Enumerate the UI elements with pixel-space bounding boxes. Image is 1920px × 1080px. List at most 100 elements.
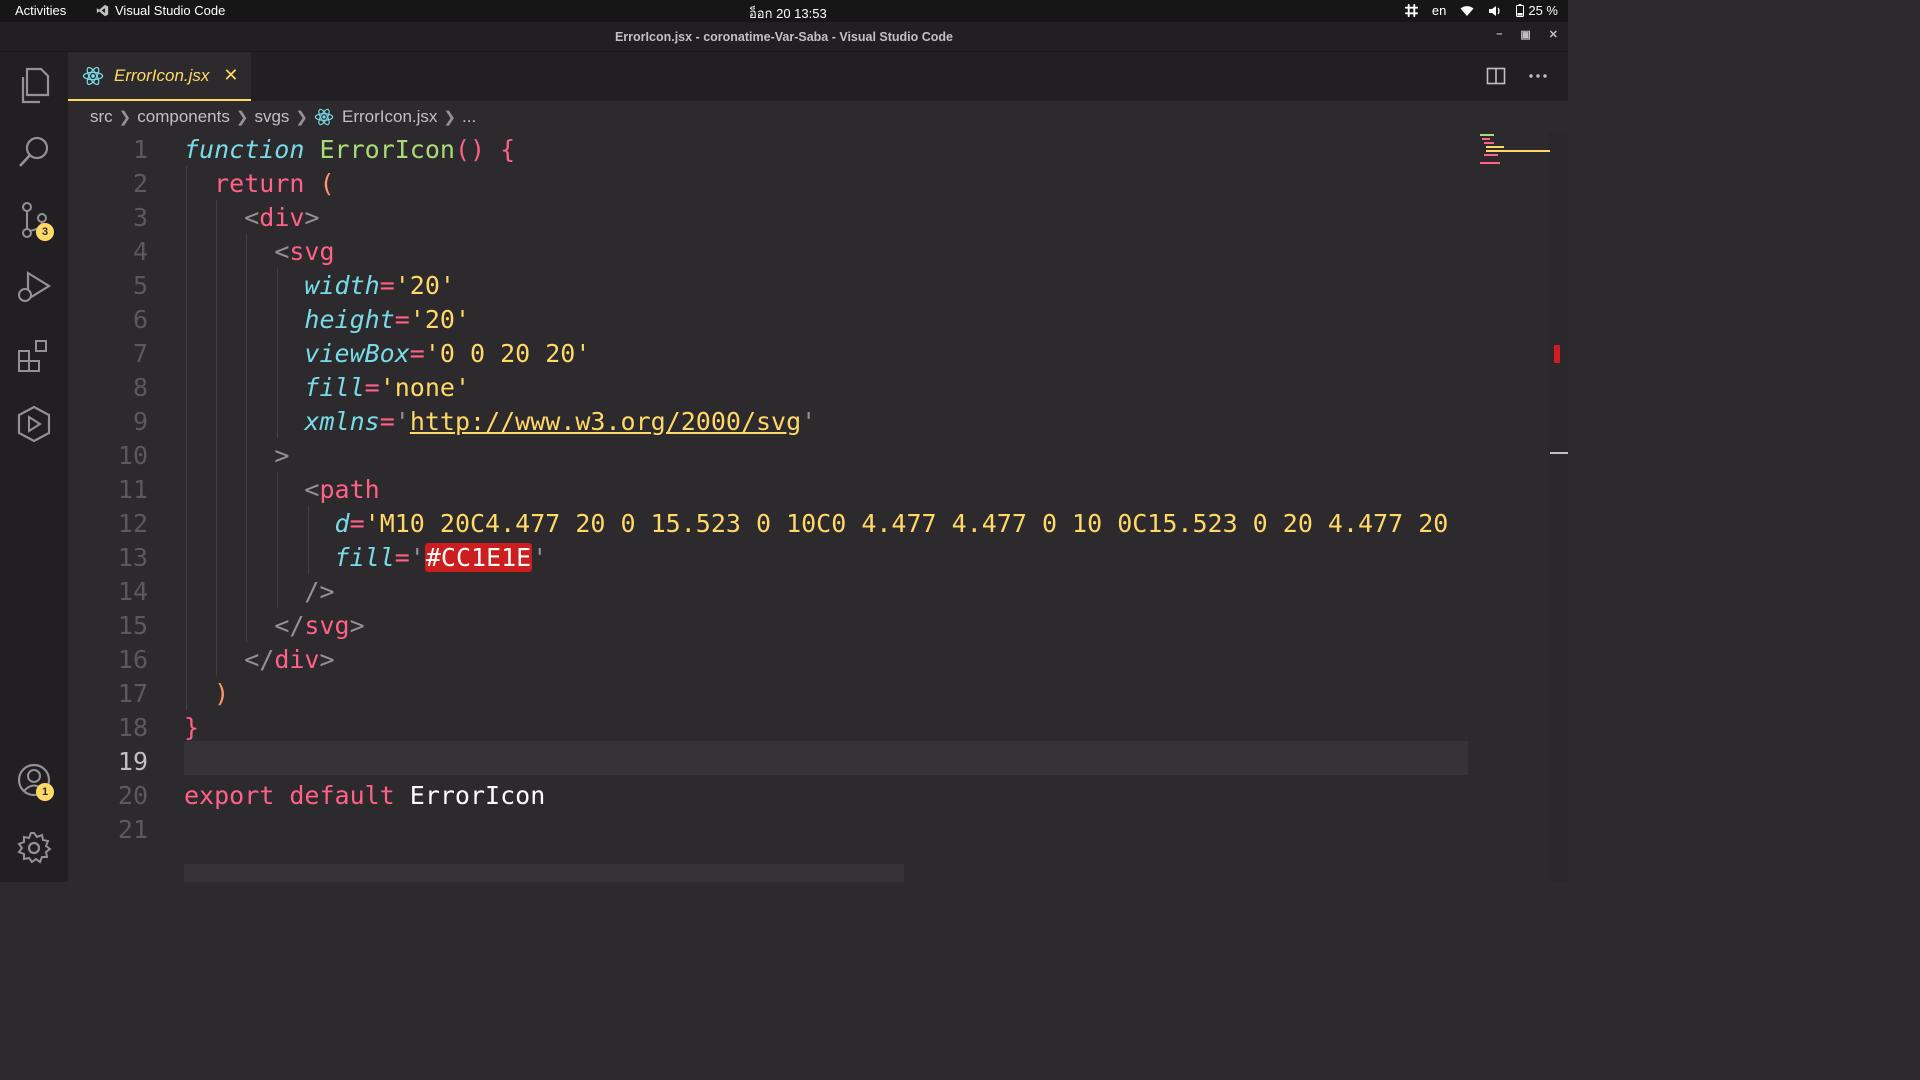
manage-button[interactable] <box>0 818 68 878</box>
vertical-scrollbar[interactable] <box>1548 132 1568 882</box>
wifi-icon[interactable] <box>1460 5 1474 17</box>
code-line: 6 height='20' <box>68 302 1468 336</box>
battery-indicator[interactable]: 25 % <box>1516 3 1558 18</box>
code-line: 12 d='M10 20C4.477 20 0 15.523 0 10C0 4.… <box>68 506 1468 540</box>
breadcrumb-file-label: ErrorIcon.jsx <box>342 107 438 126</box>
code-line: 15 </svg> <box>68 608 1468 642</box>
code-text: <path <box>304 474 380 504</box>
code-line: 10 > <box>68 438 1468 472</box>
run-debug-button[interactable] <box>0 258 68 318</box>
app-menu[interactable]: Visual Studio Code <box>96 3 225 18</box>
error-scroll-marker <box>1554 345 1560 363</box>
code-text: <div> <box>244 202 320 232</box>
window-title: ErrorIcon.jsx - coronatime-Var-Saba - Vi… <box>614 30 954 44</box>
line-number: 20 <box>117 780 148 810</box>
react-icon <box>82 66 104 85</box>
line-number: 3 <box>132 202 148 232</box>
code-line: 20 export default ErrorIcon <box>68 778 1468 812</box>
horizontal-scrollbar[interactable] <box>184 864 904 882</box>
cursor-scroll-marker <box>1550 452 1568 454</box>
code-line: 4 <svg <box>68 234 1468 268</box>
code-text: fill='none' <box>304 372 471 402</box>
line-number: 13 <box>117 542 148 572</box>
line-number: 7 <box>132 338 148 368</box>
line-number-active: 19 <box>117 746 148 776</box>
extensions-button[interactable] <box>0 326 68 386</box>
line-number: 5 <box>132 270 148 300</box>
code-text: </svg> <box>274 610 365 640</box>
code-text: return ( <box>214 168 335 198</box>
slack-icon[interactable] <box>1404 4 1418 17</box>
code-text: width='20' <box>304 270 455 300</box>
code-text: height='20' <box>304 304 471 334</box>
code-line: 18 } <box>68 710 1468 744</box>
line-number: 21 <box>117 814 148 844</box>
code-line: 7 viewBox='0 0 20 20' <box>68 336 1468 370</box>
source-control-button[interactable]: 3 <box>0 190 68 250</box>
minimize-icon[interactable]: – <box>1496 28 1502 41</box>
vscode-logo-icon <box>96 4 109 17</box>
line-number: 18 <box>117 712 148 742</box>
system-top-bar: Activities Visual Studio Code อ็อก 20 13… <box>0 0 1568 22</box>
restore-icon[interactable]: ▣ <box>1520 28 1530 41</box>
code-line: 2 return ( <box>68 166 1468 200</box>
line-number: 10 <box>117 440 148 470</box>
code-text: <svg <box>274 236 335 266</box>
extensions-icon <box>18 340 47 372</box>
line-number: 12 <box>117 508 148 538</box>
code-line: 8 fill='none' <box>68 370 1468 404</box>
color-decorator[interactable]: #CC1E1E <box>424 542 533 572</box>
xmlns-link[interactable]: http://www.w3.org/2000/svg <box>410 407 801 436</box>
minimap[interactable] <box>1474 132 1550 172</box>
line-number: 8 <box>132 372 148 402</box>
battery-percentage: 25 % <box>1528 3 1558 18</box>
code-line: 9 xmlns='http://www.w3.org/2000/svg' <box>68 404 1468 438</box>
system-tray[interactable]: en 25 % <box>1404 3 1558 18</box>
breadcrumb-item-src[interactable]: src <box>90 107 113 127</box>
code-text: function ErrorIcon() { <box>184 134 516 164</box>
chevron-right-icon: ❯ <box>118 109 132 126</box>
remote-explorer-button[interactable] <box>0 394 68 454</box>
explorer-button[interactable] <box>0 56 68 116</box>
volume-icon[interactable] <box>1488 5 1502 17</box>
files-icon <box>21 67 50 104</box>
line-number: 16 <box>117 644 148 674</box>
window-title-bar[interactable]: ErrorIcon.jsx - coronatime-Var-Saba - Vi… <box>0 22 1568 52</box>
line-number: 17 <box>117 678 148 708</box>
keyboard-language[interactable]: en <box>1432 3 1446 18</box>
line-number: 4 <box>132 236 148 266</box>
close-window-icon[interactable]: ✕ <box>1549 28 1558 41</box>
line-number: 14 <box>117 576 148 606</box>
code-line: 16 </div> <box>68 642 1468 676</box>
editor-actions <box>1486 66 1548 86</box>
activity-bar: 3 1 <box>0 52 68 882</box>
code-text: ) <box>214 678 230 708</box>
accounts-button[interactable]: 1 <box>0 750 68 810</box>
search-button[interactable] <box>0 122 68 182</box>
activities-button[interactable]: Activities <box>15 3 66 18</box>
code-line: 13 fill='#CC1E1E' <box>68 540 1468 574</box>
code-line: 1 function ErrorIcon() { <box>68 132 1468 166</box>
search-icon <box>19 136 49 167</box>
breadcrumb-item-file[interactable]: ErrorIcon.jsx <box>314 107 437 127</box>
breadcrumb-item-svgs[interactable]: svgs <box>254 107 289 127</box>
breadcrumb-item-components[interactable]: components <box>137 107 230 127</box>
clock[interactable]: อ็อก 20 13:53 <box>749 3 827 24</box>
editor-tab-strip: ErrorIcon.jsx ✕ <box>68 52 1568 101</box>
line-number: 15 <box>117 610 148 640</box>
react-icon <box>314 108 334 126</box>
tab-erroricon-jsx[interactable]: ErrorIcon.jsx ✕ <box>68 52 251 101</box>
line-number: 9 <box>132 406 148 436</box>
battery-icon <box>1516 4 1525 17</box>
code-line: 17 ) <box>68 676 1468 710</box>
chevron-right-icon: ❯ <box>443 109 456 126</box>
code-text: </div> <box>244 644 335 674</box>
close-tab-icon[interactable]: ✕ <box>223 65 238 86</box>
line-number: 1 <box>132 134 148 164</box>
app-name: Visual Studio Code <box>115 3 226 18</box>
split-editor-icon[interactable] <box>1486 66 1506 86</box>
more-actions-icon[interactable] <box>1528 66 1548 86</box>
code-editor[interactable]: 1 function ErrorIcon() { 2 return ( 3 <d… <box>68 132 1568 882</box>
source-control-badge: 3 <box>36 223 54 241</box>
breadcrumb-item-symbols[interactable]: ... <box>462 107 476 127</box>
